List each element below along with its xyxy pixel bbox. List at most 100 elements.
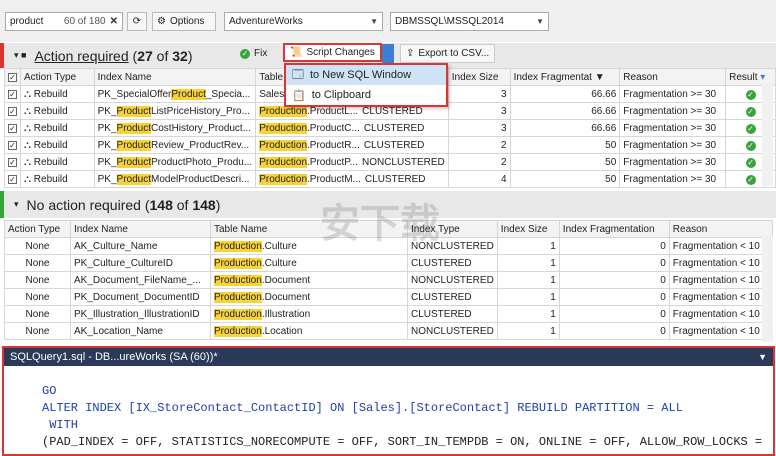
sql-code[interactable]: GO ALTER INDEX [IX_StoreContact_ContactID… xyxy=(4,366,773,451)
reason-cell: Fragmentation >= 30 xyxy=(619,119,727,137)
col-result[interactable]: Result ▾ xyxy=(725,68,776,86)
index-size-cell: 1 xyxy=(496,271,560,289)
fix-button[interactable]: ✓ Fix xyxy=(234,44,273,63)
reason-cell: Fragmentation >= 30 xyxy=(619,153,727,171)
col-reason[interactable]: Reason xyxy=(668,220,773,238)
menu-item-new-sql-window[interactable]: 🗔 to New SQL Window xyxy=(286,65,446,85)
success-icon: ✓ xyxy=(745,89,756,100)
success-icon: ✓ xyxy=(745,140,756,151)
rebuild-icon: ⛬ xyxy=(24,156,31,168)
reason-cell: Fragmentation >= 30 xyxy=(619,85,727,103)
index-size-cell: 1 xyxy=(496,288,560,306)
action-type-cell: ⛬ Rebuild xyxy=(20,102,95,120)
check-icon: ✓ xyxy=(240,48,250,59)
section-stripe xyxy=(0,191,4,218)
tab-dropdown-icon[interactable]: ▼ xyxy=(758,352,767,362)
table-row[interactable]: None PK_Document_DocumentID Production.Doc… xyxy=(4,288,773,306)
success-icon: ✓ xyxy=(745,174,756,185)
table-row[interactable]: None PK_Illustration_IllustrationID Produc… xyxy=(4,305,773,323)
table-row[interactable]: ✓ ⛬ Rebuild PK_ProductProductPhoto_Produ..… xyxy=(4,153,776,171)
code-line: (PAD_INDEX = OFF, STATISTICS_NORECOMPUTE… xyxy=(42,435,763,449)
export-icon: ⇪ xyxy=(406,48,415,59)
reason-cell: Fragmentation < 10 xyxy=(668,288,773,306)
action-type-cell: None xyxy=(4,288,71,306)
index-size-cell: 3 xyxy=(447,85,511,103)
action-type-cell: None xyxy=(4,237,71,255)
col-index-fragmentation[interactable]: Index Fragmentation xyxy=(558,220,670,238)
menu-item-clipboard[interactable]: 📋 to Clipboard xyxy=(286,85,446,105)
index-name-cell: AK_Location_Name xyxy=(70,322,211,340)
index-name-cell: PK_ProductModelProductDescri... xyxy=(93,170,257,188)
section-title: Action required (27 of 32) xyxy=(34,47,193,64)
rebuild-icon: ⛬ xyxy=(24,173,31,185)
options-button[interactable]: ⚙ Options xyxy=(152,12,216,31)
sql-window-icon: 🗔 xyxy=(292,68,304,81)
index-type-text: CLUSTERED xyxy=(363,122,425,134)
table-cell: Production.ProductP... NONCLUSTERED xyxy=(255,153,449,171)
collapse-icon[interactable]: ▾ ■ xyxy=(14,50,26,61)
index-type-text: NONCLUSTERED xyxy=(361,156,445,168)
index-size-cell: 3 xyxy=(447,102,511,120)
table-cell: Production.ProductR... CLUSTERED xyxy=(255,136,449,154)
table-row[interactable]: None AK_Document_FileName_... Production.D… xyxy=(4,271,773,289)
index-size-cell: 1 xyxy=(496,305,560,323)
fix-label: Fix xyxy=(254,48,268,59)
table-row[interactable]: None AK_Location_Name Production.Location N… xyxy=(4,322,773,340)
index-name-cell: AK_Document_FileName_... xyxy=(70,271,211,289)
database-select[interactable]: AdventureWorks ▼ xyxy=(224,12,383,31)
col-index-fragmentation[interactable]: Index Fragmentat ▼ xyxy=(509,68,621,86)
search-count: 60 of 180 xyxy=(63,16,106,27)
editor-tab[interactable]: SQLQuery1.sql - DB...ureWorks (SA (60))*… xyxy=(4,348,773,366)
export-label: Export to CSV... xyxy=(418,48,490,59)
index-size-cell: 1 xyxy=(496,237,560,255)
index-size-cell: 3 xyxy=(447,119,511,137)
table-name-cell: Production.Illustration xyxy=(210,305,408,323)
server-select[interactable]: DBMSSQL\MSSQL2014 ▼ xyxy=(390,12,549,31)
fragmentation-cell: 0 xyxy=(558,271,670,289)
index-type-cell: NONCLUSTERED xyxy=(407,271,498,289)
fragmentation-cell: 0 xyxy=(558,305,670,323)
reason-cell: Fragmentation < 10 xyxy=(668,254,773,272)
dropdown-arrow-button[interactable] xyxy=(382,44,394,63)
col-action-type[interactable]: Action Type xyxy=(20,68,95,86)
rebuild-icon: ⛬ xyxy=(24,122,31,134)
search-input[interactable]: product 60 of 180 ✕ xyxy=(5,12,123,31)
table-row[interactable]: ✓ ⛬ Rebuild PK_ProductCostHistory_Product.… xyxy=(4,119,776,137)
script-changes-button[interactable]: 📜 Script Changes xyxy=(283,43,382,62)
search-value: product xyxy=(10,16,44,27)
table-cell: Production.ProductC... CLUSTERED xyxy=(255,119,449,137)
row-checkbox[interactable]: ✓ xyxy=(4,153,21,171)
col-index-size[interactable]: Index Size xyxy=(496,220,560,238)
reason-cell: Fragmentation < 10 xyxy=(668,271,773,289)
chevron-down-icon: ▼ xyxy=(370,17,378,26)
success-icon: ✓ xyxy=(745,106,756,117)
top-toolbar: product 60 of 180 ✕ ⟳ ⚙ Options Adventur… xyxy=(0,0,776,42)
select-all-checkbox[interactable]: ✓ xyxy=(4,68,21,86)
row-checkbox[interactable]: ✓ xyxy=(4,170,21,188)
action-type-cell: None xyxy=(4,271,71,289)
index-size-cell: 2 xyxy=(447,136,511,154)
export-csv-button[interactable]: ⇪ Export to CSV... xyxy=(400,44,496,63)
col-index-size[interactable]: Index Size xyxy=(447,68,511,86)
grid2-scrollbar[interactable] xyxy=(762,236,773,342)
action-type-cell: ⛬ Rebuild xyxy=(20,170,95,188)
row-checkbox[interactable]: ✓ xyxy=(4,85,21,103)
collapse-icon[interactable]: ▾ xyxy=(14,199,19,210)
col-action-type[interactable]: Action Type xyxy=(4,220,71,238)
action-type-cell: None xyxy=(4,254,71,272)
refresh-button[interactable]: ⟳ xyxy=(127,12,147,31)
grid1-scrollbar[interactable] xyxy=(762,84,773,186)
sql-editor-panel: SQLQuery1.sql - DB...ureWorks (SA (60))*… xyxy=(2,346,775,456)
row-checkbox[interactable]: ✓ xyxy=(4,102,21,120)
row-checkbox[interactable]: ✓ xyxy=(4,119,21,137)
rebuild-icon: ⛬ xyxy=(24,139,31,151)
row-checkbox[interactable]: ✓ xyxy=(4,136,21,154)
reason-cell: Fragmentation >= 30 xyxy=(619,102,727,120)
table-row[interactable]: ✓ ⛬ Rebuild PK_ProductReview_ProductRev...… xyxy=(4,136,776,154)
clear-search-icon[interactable]: ✕ xyxy=(110,16,118,27)
col-index-name[interactable]: Index Name xyxy=(93,68,257,86)
col-reason[interactable]: Reason xyxy=(619,68,727,86)
fragmentation-cell: 66.66 xyxy=(509,119,621,137)
clipboard-icon: 📋 xyxy=(292,89,306,102)
col-index-name[interactable]: Index Name xyxy=(70,220,211,238)
